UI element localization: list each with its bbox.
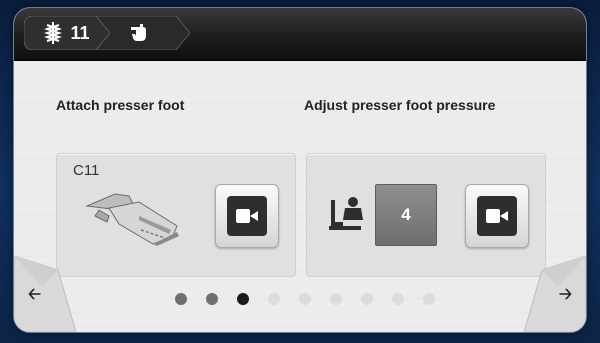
pagination-dot-1[interactable]	[175, 293, 187, 305]
pagination-dot-8[interactable]	[392, 293, 404, 305]
step-heading-adjust-pressure: Adjust presser foot pressure	[304, 97, 496, 113]
stitch-number: 11	[70, 22, 90, 43]
pagination-dot-4[interactable]	[268, 293, 280, 305]
video-button-face	[477, 196, 517, 236]
corner-fold-shape	[14, 255, 77, 332]
presser-foot-pressure-value[interactable]: 4	[375, 184, 437, 246]
breadcrumb-item-hand[interactable]	[96, 16, 190, 50]
previous-page-button[interactable]: 🡠	[14, 255, 77, 332]
stitch-icon	[44, 22, 63, 44]
presser-foot-code: C11	[73, 162, 100, 179]
video-button-face	[227, 196, 267, 236]
adjust-pressure-panel: 4	[306, 153, 546, 277]
pagination-dot-3[interactable]	[237, 293, 249, 305]
pagination-dots	[14, 293, 586, 305]
content-area: Attach presser foot Adjust presser foot …	[14, 61, 586, 332]
pagination-dot-6[interactable]	[330, 293, 342, 305]
video-button-attach-foot[interactable]	[215, 184, 279, 248]
corner-fold-shape	[523, 255, 586, 332]
attach-foot-panel: C11	[56, 153, 296, 277]
arrow-right-icon: 🡢	[559, 286, 572, 303]
presser-foot-pressure-icon	[329, 197, 363, 230]
hand-pointer-icon	[131, 24, 146, 41]
top-bar: 11	[14, 8, 586, 61]
arrow-left-icon: 🡠	[28, 286, 41, 303]
breadcrumb-item-stitch[interactable]: 11	[24, 16, 110, 50]
video-camera-icon	[236, 209, 258, 223]
presser-foot-image	[85, 193, 179, 246]
pagination-dot-7[interactable]	[361, 293, 373, 305]
step-heading-attach-foot: Attach presser foot	[56, 97, 185, 113]
pagination-dot-5[interactable]	[299, 293, 311, 305]
next-page-button[interactable]: 🡢	[523, 255, 586, 332]
step-window: 11 Attach presser foot Adjust presser fo…	[14, 8, 586, 332]
pagination-dot-9[interactable]	[423, 293, 435, 305]
breadcrumb-content	[127, 21, 159, 45]
breadcrumb-content: 11	[44, 21, 90, 45]
video-button-adjust-pressure[interactable]	[465, 184, 529, 248]
pagination-dot-2[interactable]	[206, 293, 218, 305]
video-camera-icon	[486, 209, 508, 223]
